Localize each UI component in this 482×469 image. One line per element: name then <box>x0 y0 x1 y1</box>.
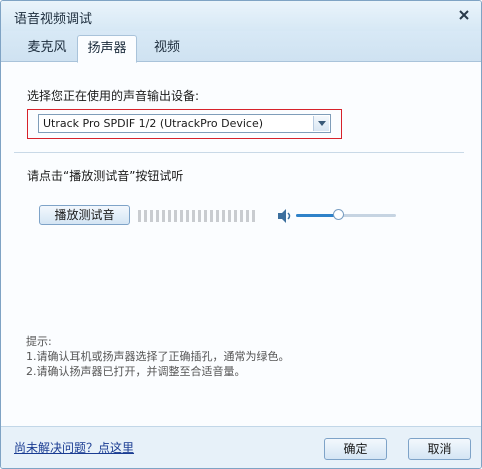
section-divider <box>14 152 464 153</box>
tip-line: 1.请确认耳机或扬声器选择了正确插孔，通常为绿色。 <box>26 350 290 363</box>
tab-video[interactable]: 视频 <box>141 36 193 60</box>
close-button[interactable] <box>456 7 472 23</box>
close-icon <box>459 10 469 20</box>
volume-slider-thumb[interactable] <box>333 209 344 220</box>
cancel-button[interactable]: 取消 <box>408 438 471 460</box>
speaker-icon[interactable] <box>277 208 293 224</box>
help-link[interactable]: 尚未解决问题？点这里 <box>14 439 134 456</box>
chevron-down-icon <box>317 121 326 126</box>
tab-bar: 麦克风 扬声器 视频 <box>1 31 481 63</box>
window-title: 语音视频调试 <box>14 12 93 27</box>
ok-button[interactable]: 确定 <box>324 438 387 460</box>
dialog-window: 语音视频调试 麦克风 扬声器 视频 选择您正在使用的声音输出设备: Utrack… <box>0 0 482 469</box>
output-level-meter <box>138 210 255 222</box>
device-prompt: 选择您正在使用的声音输出设备: <box>27 89 200 103</box>
output-device-value: Utrack Pro SPDIF 1/2 (UtrackPro Device) <box>43 117 264 130</box>
output-device-select[interactable]: Utrack Pro SPDIF 1/2 (UtrackPro Device) <box>38 114 331 133</box>
tab-microphone[interactable]: 麦克风 <box>15 36 79 60</box>
volume-slider[interactable] <box>296 209 396 220</box>
play-test-sound-button[interactable]: 播放测试音 <box>39 205 130 225</box>
title-bar[interactable]: 语音视频调试 <box>1 1 481 31</box>
tips-header: 提示: <box>26 335 52 348</box>
tips-section: 提示: 1.请确认耳机或扬声器选择了正确插孔，通常为绿色。 2.请确认扬声器已打… <box>26 334 290 379</box>
tab-speaker[interactable]: 扬声器 <box>77 35 137 63</box>
test-instruction: 请点击“播放测试音”按钮试听 <box>27 169 184 183</box>
tip-line: 2.请确认扬声器已打开，并调整至合适音量。 <box>26 365 246 378</box>
volume-slider-fill <box>296 214 338 217</box>
footer-bar: 尚未解决问题？点这里 确定 取消 <box>1 426 481 468</box>
dropdown-button[interactable] <box>313 116 329 131</box>
